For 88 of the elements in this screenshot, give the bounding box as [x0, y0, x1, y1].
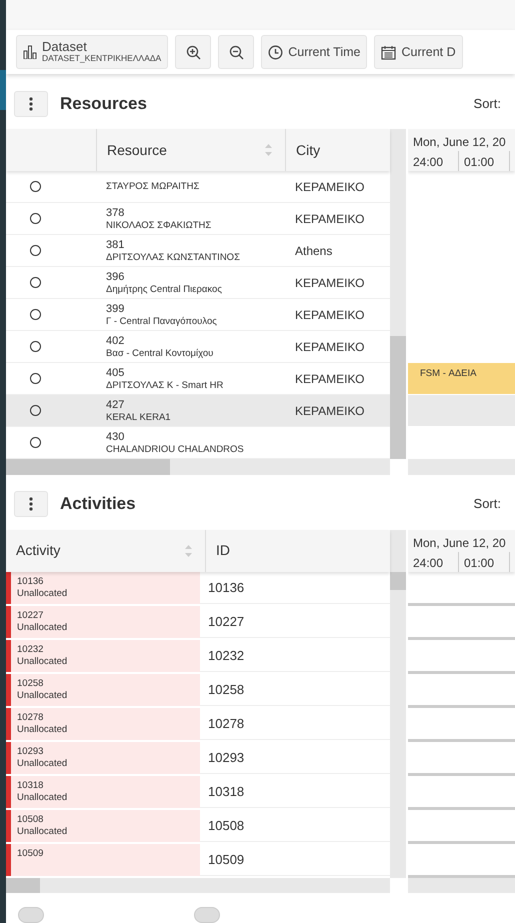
city-cell-text: ΚΕΡΑΜΕΙΚΟ — [295, 178, 366, 196]
resource-name: Δημήτρης Central Πιερακος — [106, 284, 223, 295]
city-cell-text: ΚΕΡΑΜΕΙΚΟ — [295, 338, 366, 356]
horizontal-scrollbar[interactable] — [6, 878, 390, 893]
resource-number: 405 — [106, 366, 126, 380]
timeline-hour: 01:00 — [464, 552, 510, 572]
dataset-label: Dataset — [42, 40, 88, 54]
activity-status: Unallocated — [17, 724, 68, 736]
zoom-button[interactable] — [218, 35, 254, 69]
horizontal-scrollbar[interactable] — [6, 459, 390, 474]
activity-status: Unallocated — [17, 622, 68, 634]
resource-name: ΣΤΑΥΡΟΣ ΜΩΡΑΙΤΗΣ — [106, 181, 200, 193]
resource-number: 378 — [106, 206, 126, 220]
column-header[interactable]: Activity — [6, 530, 205, 572]
kebab-icon — [29, 96, 33, 111]
toggle-switch[interactable] — [18, 907, 44, 923]
timeline-hour: 01:00 — [464, 151, 510, 172]
city-cell-text: Athens — [295, 242, 334, 260]
radio-button[interactable] — [30, 341, 41, 352]
city-cell-text: ΚΕΡΑΜΕΙΚΟ — [295, 210, 366, 228]
bar-chart-icon — [23, 45, 37, 59]
more-menu-button[interactable] — [14, 90, 48, 117]
activity-status: Unallocated — [17, 588, 68, 600]
radio-button[interactable] — [30, 373, 41, 384]
activity-number: 10258 — [17, 678, 44, 690]
resource-number: 427 — [106, 398, 126, 412]
activity-number: 10508 — [17, 814, 44, 826]
activity-number: 10509 — [17, 848, 44, 860]
resource-name: ΔΡΙΤΣΟΥΛΑΣ Κ - Smart HR — [106, 380, 224, 391]
toggle-switch[interactable] — [194, 907, 220, 923]
timeline-date: Mon, June 12, 20 — [413, 534, 507, 552]
zoom-button[interactable] — [175, 35, 212, 69]
timeline-event: FSM - ΑΔΕΙΑ — [408, 363, 515, 394]
sort-icon — [264, 143, 273, 158]
sort-label: Sort: — [474, 495, 501, 514]
sort-icon — [184, 544, 193, 558]
activity-status: Unallocated — [17, 826, 68, 838]
resource-number: 396 — [106, 270, 126, 284]
dataset-value: DATASET_ΚΕΝΤΡΙΚΗΕΛΛΑΔΑ — [42, 54, 162, 64]
radio-button[interactable] — [30, 405, 41, 416]
sort-label: Sort: — [474, 94, 501, 113]
activity-status: Unallocated — [17, 758, 68, 770]
resource-number: 430 — [106, 430, 126, 444]
clock-icon — [268, 44, 284, 60]
radio-button[interactable] — [30, 437, 41, 448]
radio-button[interactable] — [30, 309, 41, 320]
resource-name: ΔΡΙΤΣΟΥΛΑΣ ΚΩΝΣΤΑΝΤΙΝΟΣ — [106, 252, 241, 263]
activity-number: 10293 — [17, 746, 44, 758]
resource-name: CHALANDRIOU CHALANDROS — [106, 444, 245, 455]
activity-number: 10227 — [17, 610, 44, 622]
resource-number: 402 — [106, 334, 126, 348]
dataset-button[interactable]: Dataset DATASET_ΚΕΝΤΡΙΚΗΕΛΛΑΔΑ — [16, 35, 168, 69]
toolbar-button[interactable]: Current Time — [261, 35, 368, 69]
resource-name: Γ - Central Παναγόπουλος — [106, 316, 218, 327]
more-menu-button[interactable] — [14, 491, 48, 518]
city-cell-text: ΚΕΡΑΜΕΙΚΟ — [295, 370, 366, 388]
toolbar-button[interactable]: Current D — [374, 35, 463, 69]
kebab-icon — [29, 497, 33, 512]
zoom-out-icon — [228, 44, 244, 60]
radio-button[interactable] — [30, 245, 41, 256]
activity-number: 10232 — [17, 644, 44, 656]
timeline-hour: 24:00 — [413, 151, 459, 172]
activity-number: 10278 — [17, 712, 44, 724]
radio-button[interactable] — [30, 181, 41, 192]
activity-number: 10318 — [17, 780, 44, 792]
resource-name: Βασ - Central Κοντομίχου — [106, 348, 214, 359]
city-cell-text: ΚΕΡΑΜΕΙΚΟ — [295, 402, 366, 420]
city-cell-text: ΚΕΡΑΜΕΙΚΟ — [295, 274, 366, 292]
panel-title: Resources — [60, 92, 147, 115]
vertical-scrollbar[interactable] — [390, 530, 406, 878]
horizontal-scrollbar[interactable] — [408, 878, 515, 893]
resource-name: KERAL KERA1 — [106, 412, 172, 423]
timeline-date: Mon, June 12, 20 — [413, 134, 507, 152]
resource-number: 399 — [106, 302, 126, 316]
activity-status: Unallocated — [17, 656, 68, 668]
activity-status: Unallocated — [17, 792, 68, 804]
panel-title: Activities — [60, 493, 136, 516]
activity-number: 10136 — [17, 576, 44, 588]
resource-number: 381 — [106, 238, 126, 252]
calendar-icon — [381, 44, 396, 60]
radio-button[interactable] — [30, 277, 41, 288]
zoom-in-icon — [186, 44, 201, 60]
city-cell-text: ΚΕΡΑΜΕΙΚΟ — [295, 306, 366, 324]
activity-status: Unallocated — [17, 690, 68, 702]
radio-button[interactable] — [30, 213, 41, 224]
resource-name: ΝΙΚΟΛΑΟΣ ΣΦΑΚΙΩΤΗΣ — [106, 220, 212, 231]
vertical-scrollbar[interactable] — [390, 129, 406, 460]
timeline-hour: 24:00 — [413, 552, 459, 572]
